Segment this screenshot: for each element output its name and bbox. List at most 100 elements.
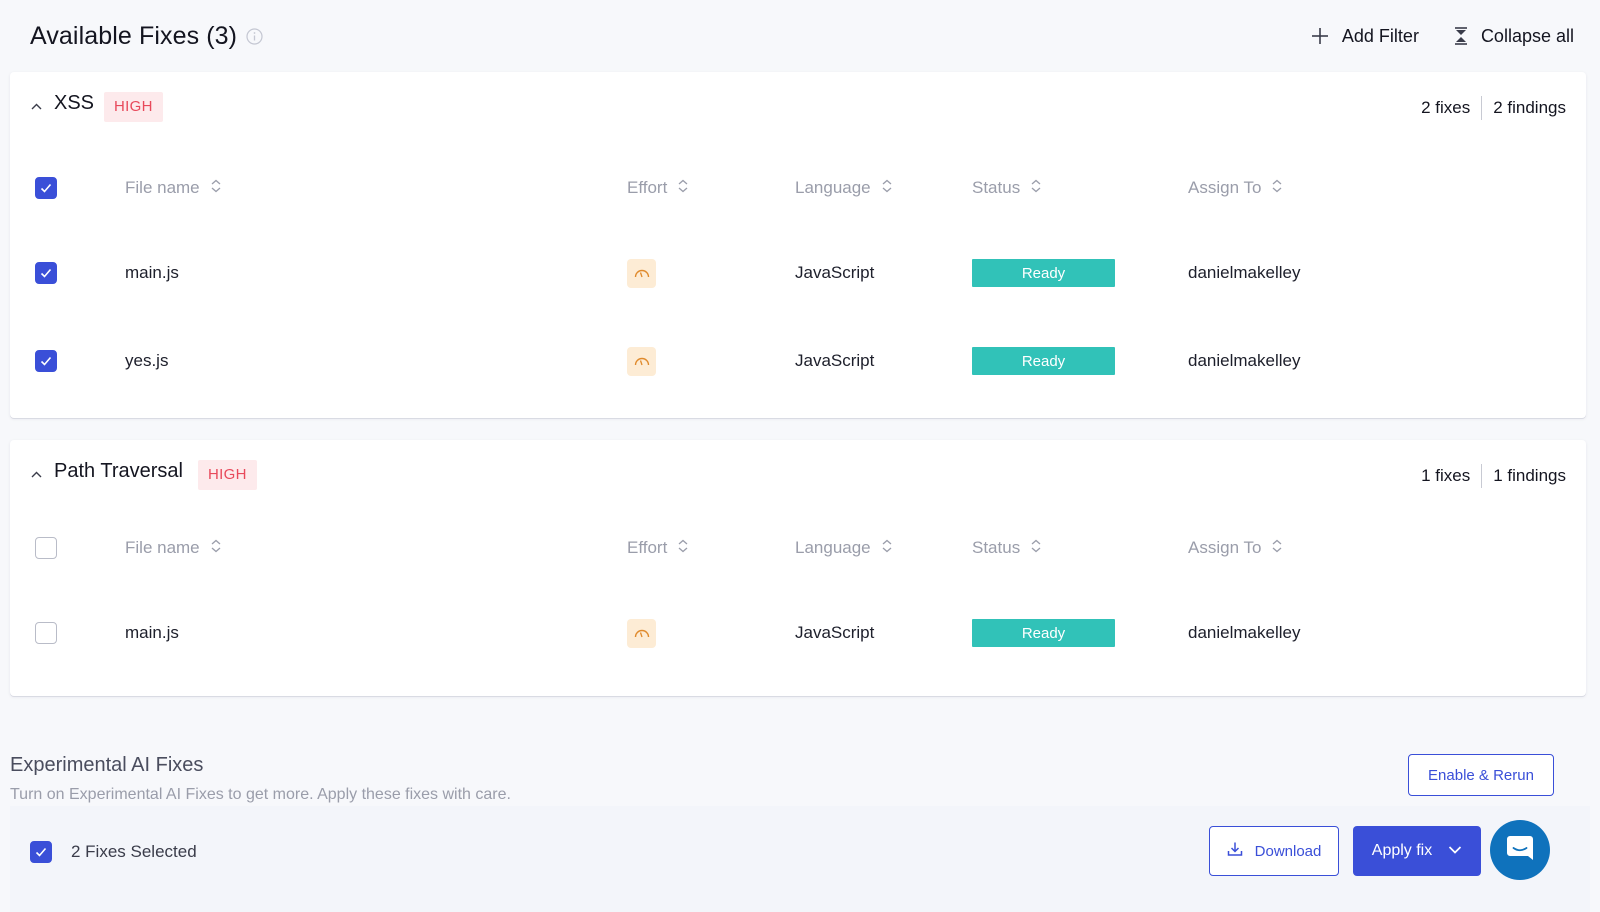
group-header[interactable]: Path Traversal HIGH 1 fixes 1 findings [10,440,1586,510]
add-filter-button[interactable]: Add Filter [1310,26,1419,47]
sort-icon [677,178,689,198]
file-name: main.js [125,263,179,282]
sort-icon [1271,538,1283,558]
download-button[interactable]: Download [1209,826,1339,876]
column-label: Status [972,538,1021,557]
status-badge: Ready [972,619,1115,647]
language: JavaScript [795,263,875,282]
status-cell: Ready [972,603,1115,663]
table-header-row: File name Effort Language Status Assign … [10,158,1586,218]
table-row[interactable]: main.js JavaScript Ready danielmakelley [10,243,1586,303]
enable-rerun-button[interactable]: Enable & Rerun [1408,754,1554,796]
assignee[interactable]: danielmakelley [1188,331,1300,391]
header-actions: Add Filter Collapse all [1310,26,1574,47]
divider [1481,96,1483,120]
group-counts: 2 fixes 2 findings [1421,96,1566,120]
select-all-checkbox[interactable] [35,177,57,199]
column-label: Status [972,178,1021,197]
severity-badge: HIGH [198,460,257,490]
add-filter-label: Add Filter [1341,25,1419,46]
column-label: Effort [627,178,668,197]
info-icon[interactable] [246,27,263,45]
column-header-file-name[interactable]: File name [125,158,222,218]
sort-icon [881,178,893,198]
page-title: Available Fixes (3) [30,21,238,50]
findings-count: 1 findings [1493,466,1566,485]
file-name: main.js [125,623,179,642]
page-header: Available Fixes (3) Add Filter Collapse … [0,0,1600,72]
row-checkbox[interactable] [35,262,57,284]
table-header-row: File name Effort Language Status Assign … [10,518,1586,578]
group-counts: 1 fixes 1 findings [1421,464,1566,488]
gauge-icon [627,346,656,376]
column-header-language[interactable]: Language [795,158,893,218]
status-badge: Ready [972,347,1115,375]
assignee[interactable]: danielmakelley [1188,603,1300,663]
column-header-status[interactable]: Status [972,158,1042,218]
selected-fixes-checkbox[interactable] [30,841,52,863]
table-row[interactable]: yes.js JavaScript Ready danielmakelley [10,331,1586,391]
fix-group-path-traversal: Path Traversal HIGH 1 fixes 1 findings F… [10,440,1586,696]
table-row[interactable]: main.js JavaScript Ready danielmakelley [10,603,1586,663]
fixes-count: 1 fixes [1421,466,1471,485]
column-label: Assign To [1188,178,1262,197]
collapse-all-label: Collapse all [1480,25,1574,46]
chat-launcher-button[interactable] [1490,820,1550,880]
column-header-assign-to[interactable]: Assign To [1188,518,1283,578]
status-cell: Ready [972,243,1115,303]
status-badge: Ready [972,259,1115,287]
effort-cell [627,603,656,663]
apply-fix-label: Apply fix [1371,842,1433,859]
column-label: File name [125,538,200,557]
file-name: yes.js [125,351,169,370]
experimental-description: Turn on Experimental AI Fixes to get mor… [10,786,511,803]
severity-badge: HIGH [104,92,163,122]
sort-icon [210,178,222,198]
column-header-language[interactable]: Language [795,518,893,578]
status-cell: Ready [972,331,1115,391]
sort-icon [210,538,222,558]
effort-cell [627,331,656,391]
column-header-effort[interactable]: Effort [627,518,689,578]
selection-action-bar: 2 Fixes Selected Download Apply fix [10,806,1590,912]
group-header[interactable]: XSS HIGH 2 fixes 2 findings [10,72,1586,142]
column-label: File name [125,178,200,197]
select-all-checkbox[interactable] [35,537,57,559]
gauge-icon [627,618,656,648]
chevron-down-icon[interactable] [1448,842,1462,860]
row-checkbox[interactable] [35,622,57,644]
column-label: Effort [627,538,668,557]
fix-group-xss: XSS HIGH 2 fixes 2 findings File name Ef… [10,72,1586,418]
chevron-up-icon[interactable] [30,468,43,481]
vulnerability-name: Path Traversal [54,460,183,482]
available-fixes-page: Available Fixes (3) Add Filter Collapse … [0,0,1600,912]
column-header-assign-to[interactable]: Assign To [1188,158,1283,218]
download-label: Download [1254,842,1322,860]
chevron-up-icon[interactable] [30,100,43,113]
column-header-status[interactable]: Status [972,518,1042,578]
chat-icon [1505,834,1535,867]
collapse-all-button[interactable]: Collapse all [1453,26,1574,47]
selected-count: 2 Fixes Selected [71,842,197,861]
fixes-count: 2 fixes [1421,98,1471,117]
row-checkbox[interactable] [35,350,57,372]
gauge-icon [627,258,656,288]
download-icon [1227,841,1243,861]
sort-icon [677,538,689,558]
language: JavaScript [795,351,875,370]
column-header-effort[interactable]: Effort [627,158,689,218]
language: JavaScript [795,623,875,642]
column-header-file-name[interactable]: File name [125,518,222,578]
sort-icon [881,538,893,558]
findings-count: 2 findings [1493,98,1566,117]
column-label: Language [795,178,871,197]
vulnerability-name: XSS [54,92,95,114]
assignee[interactable]: danielmakelley [1188,243,1300,303]
apply-fix-button[interactable]: Apply fix [1353,826,1481,876]
divider [1481,464,1483,488]
sort-icon [1030,178,1042,198]
effort-cell [627,243,656,303]
column-label: Language [795,538,871,557]
collapse-icon [1453,26,1469,46]
column-label: Assign To [1188,538,1262,557]
